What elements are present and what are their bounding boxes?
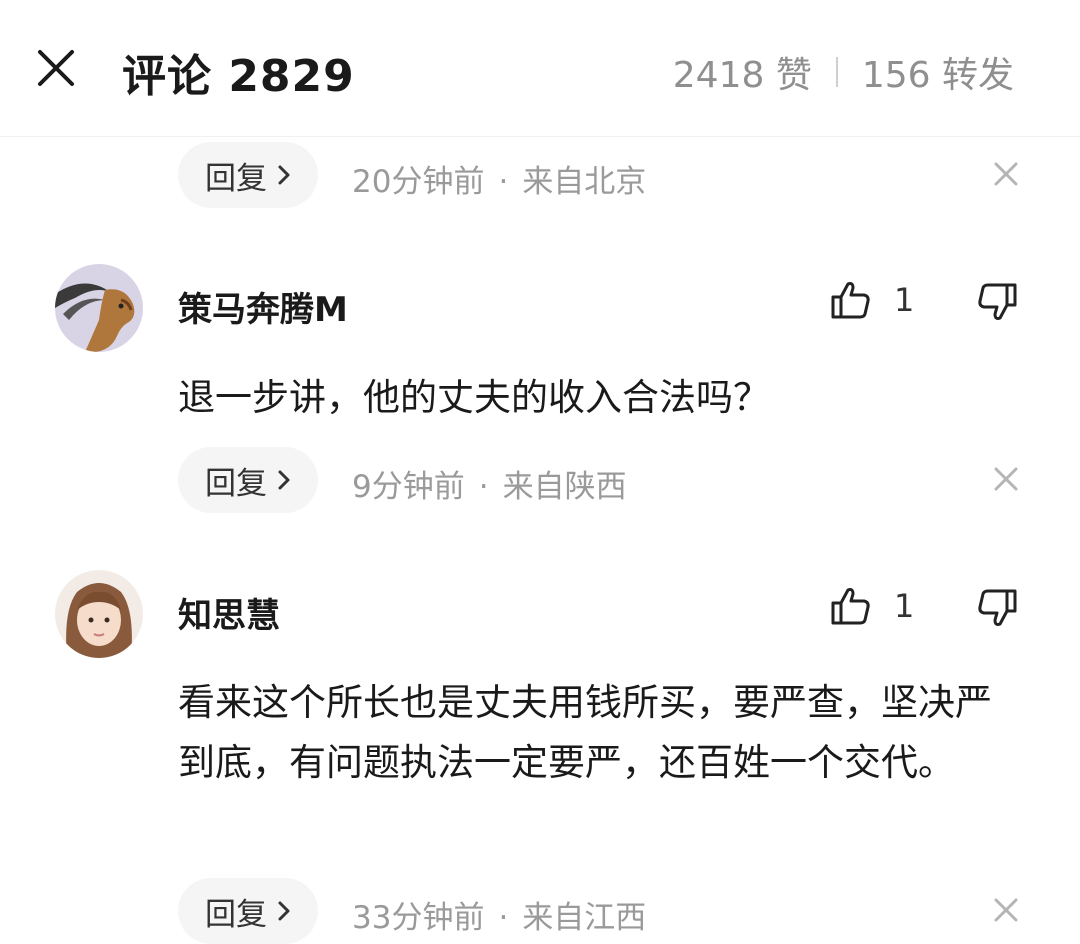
reply-button[interactable]: 回复: [178, 142, 318, 208]
horse-avatar-image: [55, 264, 143, 352]
close-button[interactable]: [36, 48, 76, 88]
reply-label: 回复: [205, 465, 267, 502]
comments-header: 评论 2829 2418 赞 156 转发: [0, 0, 1080, 137]
thumbs-up-icon: [831, 588, 870, 625]
thumbs-up-icon: [831, 282, 870, 319]
comment-location: 来自陕西: [502, 469, 627, 505]
comment-time: 33分钟前: [352, 900, 485, 936]
meta-separator: ·: [498, 164, 509, 200]
close-icon: [38, 50, 74, 86]
dismiss-x-icon[interactable]: [992, 465, 1020, 493]
likes-count[interactable]: 2418 赞: [673, 46, 812, 98]
like-button[interactable]: 1: [830, 280, 914, 320]
reposts-count[interactable]: 156 转发: [862, 46, 1014, 98]
comment-meta: 33分钟前 · 来自江西: [352, 892, 646, 937]
reply-button[interactable]: 回复: [178, 447, 318, 513]
like-button[interactable]: 1: [830, 586, 914, 626]
reply-label: 回复: [205, 896, 267, 933]
comment-username[interactable]: 知思慧: [178, 588, 280, 637]
comment-meta: 20分钟前 · 来自北京: [352, 156, 646, 201]
comment-time: 9分钟前: [352, 469, 465, 505]
dislike-button[interactable]: [976, 282, 1018, 326]
like-count: 1: [894, 587, 915, 625]
girl-avatar-image: [55, 570, 143, 658]
comment-meta: 9分钟前 · 来自陕西: [352, 461, 627, 506]
comment-username[interactable]: 策马奔腾M: [178, 282, 348, 331]
thumbs-down-icon: [978, 283, 1017, 320]
header-stats: 2418 赞 156 转发: [673, 46, 1014, 98]
like-count: 1: [894, 281, 915, 319]
comment-location: 来自江西: [522, 900, 647, 936]
reply-button[interactable]: 回复: [178, 878, 318, 944]
comment-text: 看来这个所长也是丈夫用钱所买，要严查，坚决严到底，有问题执法一定要严，还百姓一个…: [178, 681, 992, 784]
chevron-right-icon: [278, 901, 290, 921]
meta-separator: ·: [478, 469, 489, 505]
chevron-right-icon: [278, 165, 290, 185]
comment-text: 退一步讲，他的丈夫的收入合法吗？: [178, 376, 770, 419]
dislike-button[interactable]: [976, 588, 1018, 632]
comment-time: 20分钟前: [352, 164, 485, 200]
avatar[interactable]: [55, 570, 143, 658]
page-title: 评论 2829: [122, 51, 355, 102]
dismiss-x-icon[interactable]: [992, 160, 1020, 188]
thumbs-down-icon: [978, 589, 1017, 626]
avatar[interactable]: [55, 264, 143, 352]
comment-location: 来自北京: [522, 164, 647, 200]
stats-divider: [835, 57, 838, 87]
reply-label: 回复: [205, 160, 267, 197]
meta-separator: ·: [498, 900, 509, 936]
chevron-right-icon: [278, 470, 290, 490]
